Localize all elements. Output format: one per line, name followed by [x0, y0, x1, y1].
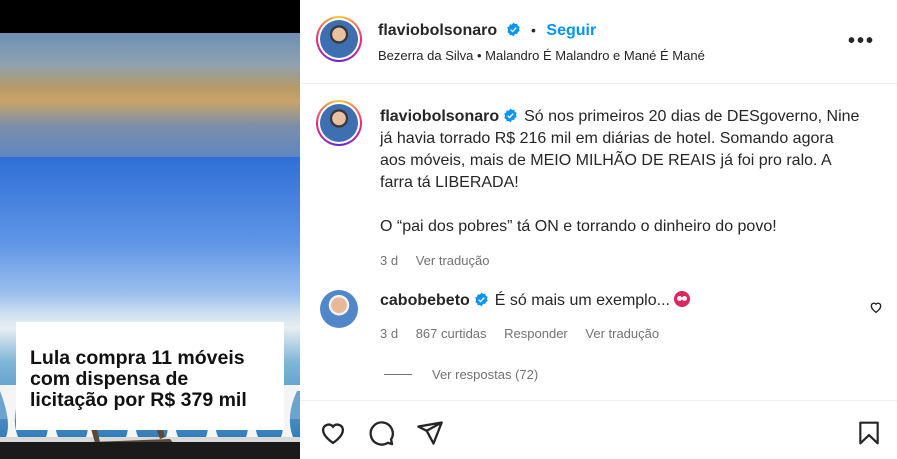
more-options-icon[interactable]: •••	[848, 30, 875, 53]
caption-text-paragraph-2: O “pai dos pobres” tá ON e torrando o di…	[380, 218, 777, 235]
post-side-panel: flaviobolsonaro • Seguir Bezerra da Silv…	[300, 0, 897, 459]
comment: cabobebeto É só mais um exemplo... 3 d 8…	[380, 290, 850, 345]
comment-like-heart-icon[interactable]	[869, 300, 883, 314]
comment-likes[interactable]: 867 curtidas	[416, 326, 487, 341]
verified-badge-icon	[506, 22, 520, 37]
comment-meta: 3 d 867 curtidas Responder Ver tradução	[380, 323, 850, 345]
view-replies-button[interactable]: Ver respostas (72)	[384, 367, 538, 382]
commenter-avatar[interactable]	[320, 290, 358, 328]
comment-reply-button[interactable]: Responder	[504, 326, 568, 341]
media-blurred-area	[0, 33, 300, 157]
share-paper-plane-icon[interactable]	[416, 419, 444, 447]
verified-badge-icon	[475, 292, 488, 307]
verified-badge-icon	[504, 108, 517, 123]
view-replies-line	[384, 374, 412, 375]
commenter-username[interactable]: cabobebeto	[380, 292, 470, 309]
comment-text: É só mais um exemplo...	[494, 292, 670, 309]
post-media[interactable]: Lula compra 11 móveis com dispensa de li…	[0, 0, 300, 459]
view-replies-label: Ver respostas (72)	[432, 367, 539, 382]
audio-track[interactable]: Bezerra da Silva • Malandro É Malandro e…	[378, 48, 705, 63]
save-bookmark-icon[interactable]	[856, 419, 882, 447]
comment-translate-link[interactable]: Ver tradução	[585, 326, 659, 341]
author-avatar[interactable]	[316, 16, 362, 62]
header-separator: •	[531, 22, 536, 38]
follow-button[interactable]: Seguir	[546, 22, 596, 39]
caption-author-avatar[interactable]	[316, 100, 362, 146]
media-caption: Lula compra 11 móveis com dispensa de li…	[30, 347, 247, 411]
caption-meta: 3 d Ver tradução	[380, 250, 860, 272]
caption-age: 3 d	[380, 253, 399, 268]
media-caption-box: Lula compra 11 móveis com dispensa de li…	[16, 322, 284, 430]
action-bar	[300, 400, 897, 459]
media-letterbox-bottom	[0, 442, 300, 459]
comment-bubble-icon[interactable]	[367, 419, 395, 447]
like-heart-icon[interactable]	[318, 419, 348, 447]
media-letterbox-top	[0, 0, 300, 33]
post-caption: flaviobolsonaro Só nos primeiros 20 dias…	[380, 106, 860, 272]
pouting-face-emoji-icon	[673, 291, 690, 307]
author-username[interactable]: flaviobolsonaro	[378, 22, 497, 39]
post-header: flaviobolsonaro • Seguir Bezerra da Silv…	[300, 0, 897, 84]
caption-translate-link[interactable]: Ver tradução	[416, 253, 490, 268]
comment-age: 3 d	[380, 326, 399, 341]
caption-username[interactable]: flaviobolsonaro	[380, 108, 499, 125]
